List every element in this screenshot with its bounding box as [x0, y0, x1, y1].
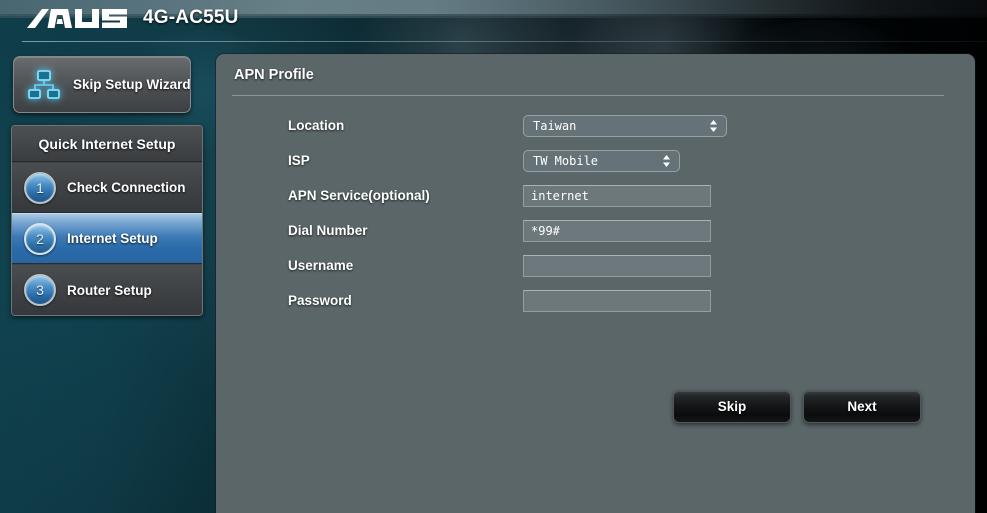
- router-model-title: 4G-AC55U: [143, 7, 239, 28]
- sidebar-item-label: Router Setup: [67, 282, 152, 298]
- sidebar-item-check-connection[interactable]: 1 Check Connection: [12, 162, 202, 213]
- skip-setup-wizard-button[interactable]: Skip Setup Wizard: [13, 56, 191, 113]
- header-divider: [22, 41, 987, 42]
- field-label-isp: ISP: [288, 153, 310, 168]
- network-topology-icon: [27, 68, 61, 102]
- form-row-isp: ISP TW Mobile: [216, 143, 975, 178]
- field-label-location: Location: [288, 118, 345, 133]
- panel-title-divider: [232, 95, 944, 96]
- step-number-badge: 1: [24, 171, 56, 204]
- field-label-password: Password: [288, 293, 352, 308]
- step-number-badge: 2: [24, 222, 56, 255]
- skip-button[interactable]: Skip: [673, 390, 791, 423]
- field-label-dial-number: Dial Number: [288, 223, 368, 238]
- password-input[interactable]: [523, 289, 711, 312]
- chevron-updown-icon: [662, 154, 671, 167]
- apn-service-input-value: internet: [531, 188, 589, 203]
- form-row-password: Password: [216, 283, 975, 318]
- app-header: 4G-AC55U: [0, 0, 987, 43]
- sidebar-item-label: Check Connection: [67, 180, 186, 195]
- sidebar-item-internet-setup[interactable]: 2 Internet Setup: [12, 213, 202, 264]
- asus-router-setup-window: 4G-AC55U Skip Setup Wizard Quick Interne…: [0, 0, 987, 513]
- field-label-apn-service: APN Service(optional): [288, 188, 430, 203]
- menu-title: Quick Internet Setup: [12, 126, 202, 162]
- form-row-dial-number: Dial Number *99#: [216, 213, 975, 248]
- quick-internet-setup-menu: Quick Internet Setup 1 Check Connection …: [11, 125, 203, 316]
- location-select[interactable]: Taiwan: [523, 114, 727, 137]
- apn-profile-form: Location Taiwan ISP TW Mobile APN Servic…: [216, 108, 975, 318]
- form-row-apn-service: APN Service(optional) internet: [216, 178, 975, 213]
- chevron-updown-icon: [709, 119, 718, 132]
- panel-title: APN Profile: [234, 67, 314, 83]
- apn-service-input[interactable]: internet: [523, 184, 711, 207]
- sidebar-item-router-setup[interactable]: 3 Router Setup: [12, 264, 202, 315]
- field-label-username: Username: [288, 258, 354, 273]
- username-input[interactable]: [523, 254, 711, 277]
- apn-profile-panel: APN Profile Location Taiwan ISP TW Mobil…: [216, 54, 975, 513]
- sidebar-item-label: Internet Setup: [67, 231, 158, 246]
- form-actions: Skip Next: [673, 390, 921, 423]
- asus-logo: [26, 6, 130, 32]
- form-row-username: Username: [216, 248, 975, 283]
- location-select-value: Taiwan: [533, 118, 577, 133]
- isp-select[interactable]: TW Mobile: [523, 149, 680, 172]
- step-number-badge: 3: [24, 274, 56, 306]
- sidebar: Skip Setup Wizard Quick Internet Setup 1…: [0, 43, 214, 513]
- next-button[interactable]: Next: [803, 390, 921, 423]
- dial-number-input-value: *99#: [531, 223, 560, 238]
- form-row-location: Location Taiwan: [216, 108, 975, 143]
- isp-select-value: TW Mobile: [533, 153, 599, 168]
- dial-number-input[interactable]: *99#: [523, 219, 711, 242]
- skip-setup-wizard-label: Skip Setup Wizard: [73, 77, 191, 92]
